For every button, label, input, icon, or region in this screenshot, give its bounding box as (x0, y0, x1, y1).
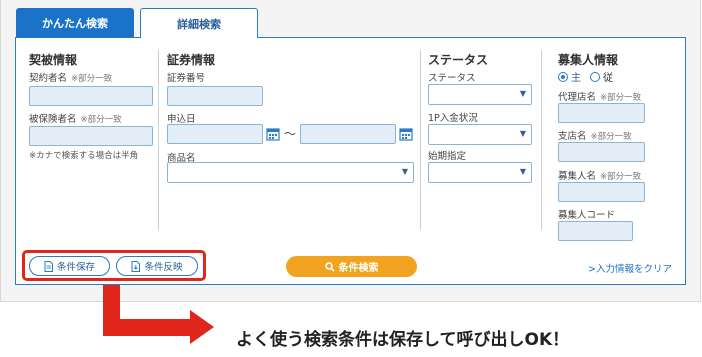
contractor-name-input[interactable] (29, 86, 153, 106)
tab-detail-search[interactable]: 詳細検索 (140, 8, 258, 38)
agency-note: ※部分一致 (600, 93, 642, 103)
tab-simple-search[interactable]: かんたん検索 (16, 8, 134, 37)
policy-number-label: 証券番号 (167, 73, 206, 84)
insured-label-text: 被保険者名 (29, 114, 77, 125)
recruiter-label-text: 募集人名 (558, 171, 597, 182)
start-label: 始期指定 (428, 151, 467, 162)
chevron-down-icon: ▼ (519, 89, 526, 98)
apply-date-to-input[interactable] (300, 124, 396, 144)
branch-label: 支店名 ※部分一致 (558, 128, 632, 142)
divider (420, 50, 421, 230)
policy-section-title: 証券情報 (167, 53, 216, 67)
search-button-label: 条件検索 (338, 263, 379, 274)
main-sub-radio-group: 主 従 (558, 69, 613, 84)
callout-text: よく使う検索条件は保存して呼び出しOK！ (236, 330, 570, 350)
apply-date-label: 申込日 (167, 114, 196, 125)
chevron-down-icon: ▼ (519, 129, 526, 138)
agency-label: 代理店名 ※部分一致 (558, 89, 641, 103)
branch-name-input[interactable] (558, 142, 645, 162)
recruiter-label: 募集人名 ※部分一致 (558, 168, 641, 182)
recruiter-name-input[interactable] (558, 182, 645, 202)
contract-section-title: 契被情報 (29, 53, 78, 67)
radio-sub-label: 従 (603, 73, 613, 84)
divider (158, 50, 159, 230)
status-section-title: ステータス (428, 53, 489, 67)
kana-hint: ※カナで検索する場合は半角 (29, 151, 139, 161)
radio-sub[interactable] (590, 71, 600, 82)
agency-name-input[interactable] (558, 103, 645, 123)
policy-number-input[interactable] (167, 86, 263, 106)
chevron-down-icon: ▼ (519, 167, 526, 176)
recruiter-code-label: 募集人コード (558, 210, 616, 221)
agency-label-text: 代理店名 (558, 92, 597, 103)
calendar-icon[interactable] (266, 127, 280, 141)
contractor-label-text: 契約者名 (29, 73, 68, 84)
radio-main-label: 主 (571, 73, 581, 84)
radio-main[interactable] (558, 71, 568, 82)
range-separator: 〜 (284, 127, 297, 141)
product-select[interactable]: ▼ (167, 162, 414, 183)
chevron-down-icon: ▼ (401, 167, 408, 176)
annotation-arrow-shaft (103, 319, 193, 336)
insured-label: 被保険者名 ※部分一致 (29, 111, 122, 125)
calendar-icon[interactable] (399, 127, 413, 141)
search-button[interactable]: 条件検索 (286, 256, 417, 277)
search-icon (324, 261, 335, 272)
insured-name-input[interactable] (29, 126, 153, 146)
insured-note: ※部分一致 (80, 115, 122, 125)
apply-date-from-input[interactable] (167, 124, 263, 144)
divider (541, 50, 542, 230)
first-payment-label: 1P入金状況 (428, 113, 478, 124)
branch-note: ※部分一致 (590, 132, 632, 142)
status-select[interactable]: ▼ (428, 84, 532, 105)
recruiter-code-input[interactable] (558, 221, 633, 241)
clear-input-link[interactable]: >入力情報をクリア (588, 261, 672, 275)
contractor-note: ※部分一致 (71, 74, 113, 84)
highlight-box (22, 250, 206, 281)
start-select[interactable]: ▼ (428, 162, 532, 183)
contractor-label: 契約者名 ※部分一致 (29, 70, 112, 84)
agent-section-title: 募集人情報 (558, 53, 619, 67)
first-payment-select[interactable]: ▼ (428, 124, 532, 145)
status-label: ステータス (428, 73, 476, 84)
recruiter-note: ※部分一致 (600, 172, 642, 182)
annotation-arrow-head (190, 310, 214, 344)
detail-search-panel: 契被情報 契約者名 ※部分一致 被保険者名 ※部分一致 ※カナで検索する場合は半角 … (15, 37, 686, 285)
branch-label-text: 支店名 (558, 131, 587, 142)
